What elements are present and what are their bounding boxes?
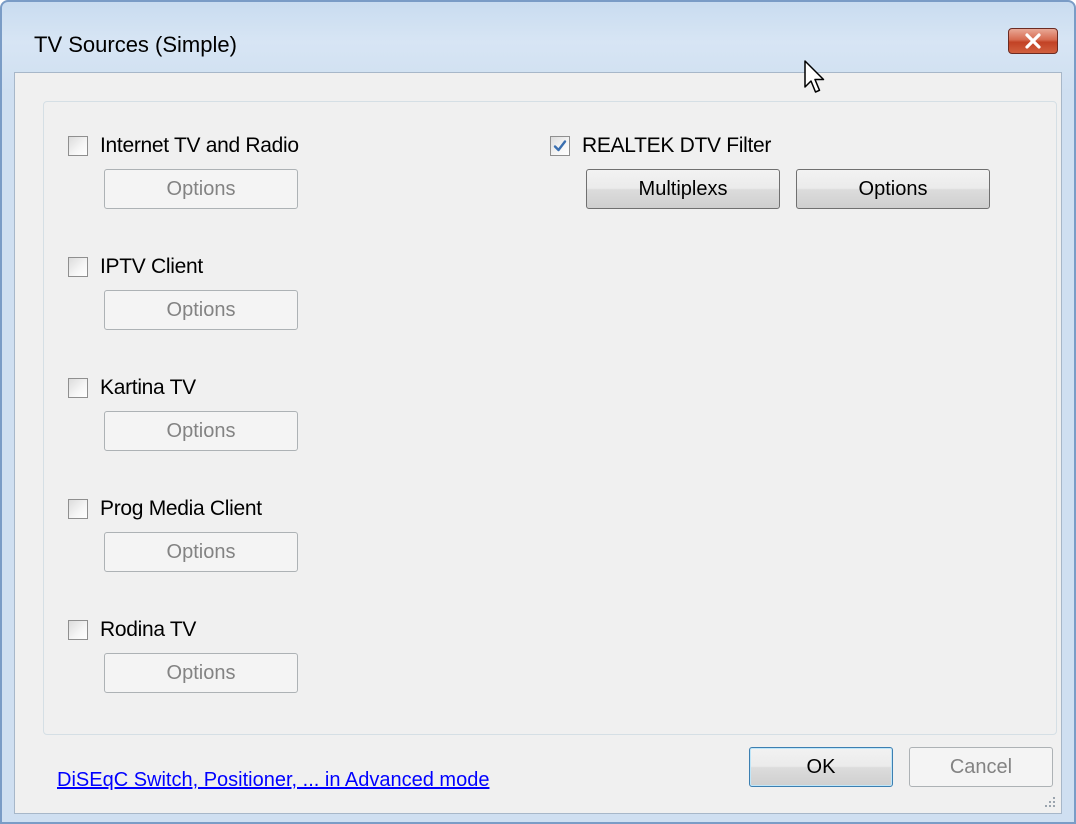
checkmark-icon xyxy=(553,140,567,152)
cancel-button[interactable]: Cancel xyxy=(909,747,1053,787)
multiplexs-button[interactable]: Multiplexs xyxy=(586,169,780,209)
mouse-cursor-icon xyxy=(804,60,825,93)
checkbox-label: REALTEK DTV Filter xyxy=(582,134,772,157)
checkbox-label: Rodina TV xyxy=(100,618,197,641)
checkbox-prog-media-client[interactable] xyxy=(68,499,88,519)
close-button[interactable] xyxy=(1008,28,1058,54)
prog-media-client-options-button[interactable]: Options xyxy=(104,532,298,572)
checkbox-kartina-tv[interactable] xyxy=(68,378,88,398)
ok-button[interactable]: OK xyxy=(749,747,893,787)
checkbox-label: Prog Media Client xyxy=(100,497,262,520)
source-iptv-client[interactable]: IPTV Client xyxy=(68,255,203,279)
resize-grip-icon[interactable] xyxy=(1043,795,1057,809)
dialog-window: TV Sources (Simple) Internet TV and Radi… xyxy=(0,0,1076,824)
dialog-content: Internet TV and Radio Options IPTV Clien… xyxy=(14,72,1062,814)
source-realtek-dtv-filter[interactable]: REALTEK DTV Filter xyxy=(550,134,771,158)
realtek-options-button[interactable]: Options xyxy=(796,169,990,209)
checkbox-rodina-tv[interactable] xyxy=(68,620,88,640)
checkbox-label: IPTV Client xyxy=(100,255,203,278)
advanced-mode-link[interactable]: DiSEqC Switch, Positioner, ... in Advanc… xyxy=(57,769,489,792)
source-kartina-tv[interactable]: Kartina TV xyxy=(68,376,196,400)
rodina-tv-options-button[interactable]: Options xyxy=(104,653,298,693)
sources-group: Internet TV and Radio Options IPTV Clien… xyxy=(43,101,1057,735)
iptv-client-options-button[interactable]: Options xyxy=(104,290,298,330)
source-prog-media-client[interactable]: Prog Media Client xyxy=(68,497,262,521)
checkbox-label: Kartina TV xyxy=(100,376,196,399)
checkbox-label: Internet TV and Radio xyxy=(100,134,299,157)
kartina-tv-options-button[interactable]: Options xyxy=(104,411,298,451)
internet-tv-options-button[interactable]: Options xyxy=(104,169,298,209)
source-internet-tv[interactable]: Internet TV and Radio xyxy=(68,134,299,158)
source-rodina-tv[interactable]: Rodina TV xyxy=(68,618,196,642)
close-icon xyxy=(1025,33,1041,49)
dialog-title: TV Sources (Simple) xyxy=(34,32,237,57)
title-bar[interactable]: TV Sources (Simple) xyxy=(2,2,1074,78)
checkbox-realtek-dtv-filter[interactable] xyxy=(550,136,570,156)
checkbox-internet-tv[interactable] xyxy=(68,136,88,156)
checkbox-iptv-client[interactable] xyxy=(68,257,88,277)
